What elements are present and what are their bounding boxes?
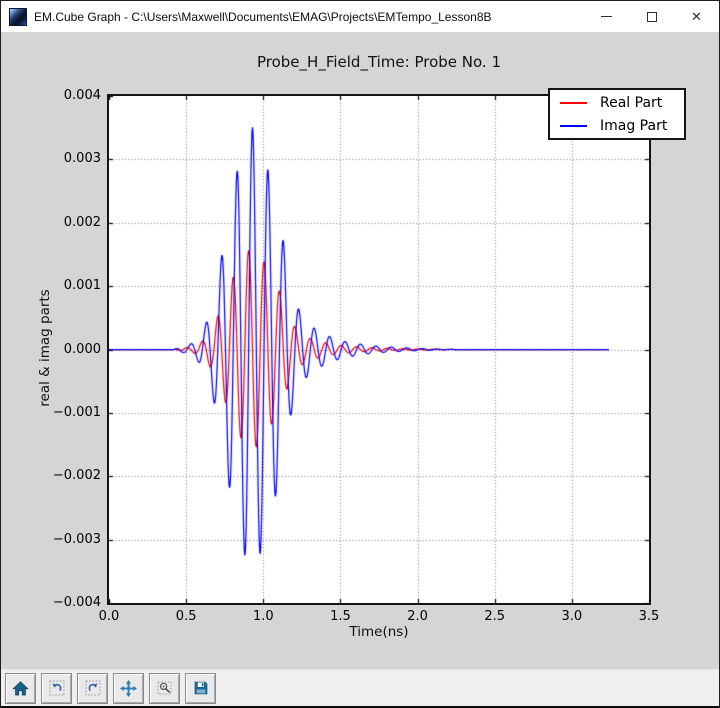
y-tick-label: −0.001 [53, 405, 101, 420]
save-floppy-icon [193, 680, 209, 696]
x-tick-label: 3.0 [562, 609, 583, 624]
legend-label-imag: Imag Part [600, 118, 667, 134]
x-tick-label: 0.5 [176, 609, 197, 624]
x-tick-label: 1.0 [253, 609, 274, 624]
x-tick-label: 2.5 [484, 609, 505, 624]
close-button[interactable]: ✕ [674, 1, 719, 32]
x-tick-label: 2.0 [407, 609, 428, 624]
plot-canvas[interactable] [109, 96, 649, 603]
navigation-toolbar [1, 669, 719, 706]
y-tick-label: −0.004 [53, 595, 101, 610]
x-axis-label: Time(ns) [349, 624, 408, 640]
x-tick-label: 3.5 [639, 609, 660, 624]
close-icon: ✕ [691, 10, 702, 23]
figure: Probe_H_Field_Time: Probe No. 1 real & i… [1, 32, 719, 669]
window-controls: ✕ [584, 1, 719, 32]
window-title: EM.Cube Graph - C:\Users\Maxwell\Documen… [34, 10, 492, 24]
app-icon[interactable] [9, 8, 27, 26]
titlebar: EM.Cube Graph - C:\Users\Maxwell\Documen… [1, 1, 719, 32]
home-icon [12, 680, 29, 697]
legend-row-real: Real Part [560, 95, 684, 111]
save-button[interactable] [185, 673, 216, 704]
legend-row-imag: Imag Part [560, 118, 684, 134]
home-button[interactable] [5, 673, 36, 704]
y-tick-label: 0.002 [64, 215, 101, 230]
back-arrow-icon [49, 680, 65, 696]
legend: Real Part Imag Part [548, 88, 686, 140]
maximize-button[interactable] [629, 1, 674, 32]
x-tick-label: 1.5 [330, 609, 351, 624]
y-tick-label: −0.003 [53, 532, 101, 547]
back-button[interactable] [41, 673, 72, 704]
imag-part-line-swatch [560, 125, 587, 127]
forward-button[interactable] [77, 673, 108, 704]
y-tick-label: 0.001 [64, 278, 101, 293]
app-window: EM.Cube Graph - C:\Users\Maxwell\Documen… [0, 0, 720, 708]
zoom-button[interactable] [149, 673, 180, 704]
minimize-button[interactable] [584, 1, 629, 32]
pan-button[interactable] [113, 673, 144, 704]
real-part-line-swatch [560, 102, 587, 104]
pan-move-icon [120, 680, 137, 697]
legend-label-real: Real Part [600, 95, 662, 111]
forward-arrow-icon [85, 680, 101, 696]
plot-title: Probe_H_Field_Time: Probe No. 1 [257, 53, 501, 71]
y-tick-label: 0.004 [64, 88, 101, 103]
y-axis-label: real & imag parts [37, 289, 53, 406]
axes [107, 94, 651, 605]
zoom-rect-icon [157, 680, 173, 696]
y-tick-label: 0.000 [64, 342, 101, 357]
x-tick-label: 0.0 [99, 609, 120, 624]
minimize-icon [601, 16, 612, 17]
y-tick-label: −0.002 [53, 468, 101, 483]
y-tick-label: 0.003 [64, 151, 101, 166]
maximize-icon [647, 12, 657, 22]
